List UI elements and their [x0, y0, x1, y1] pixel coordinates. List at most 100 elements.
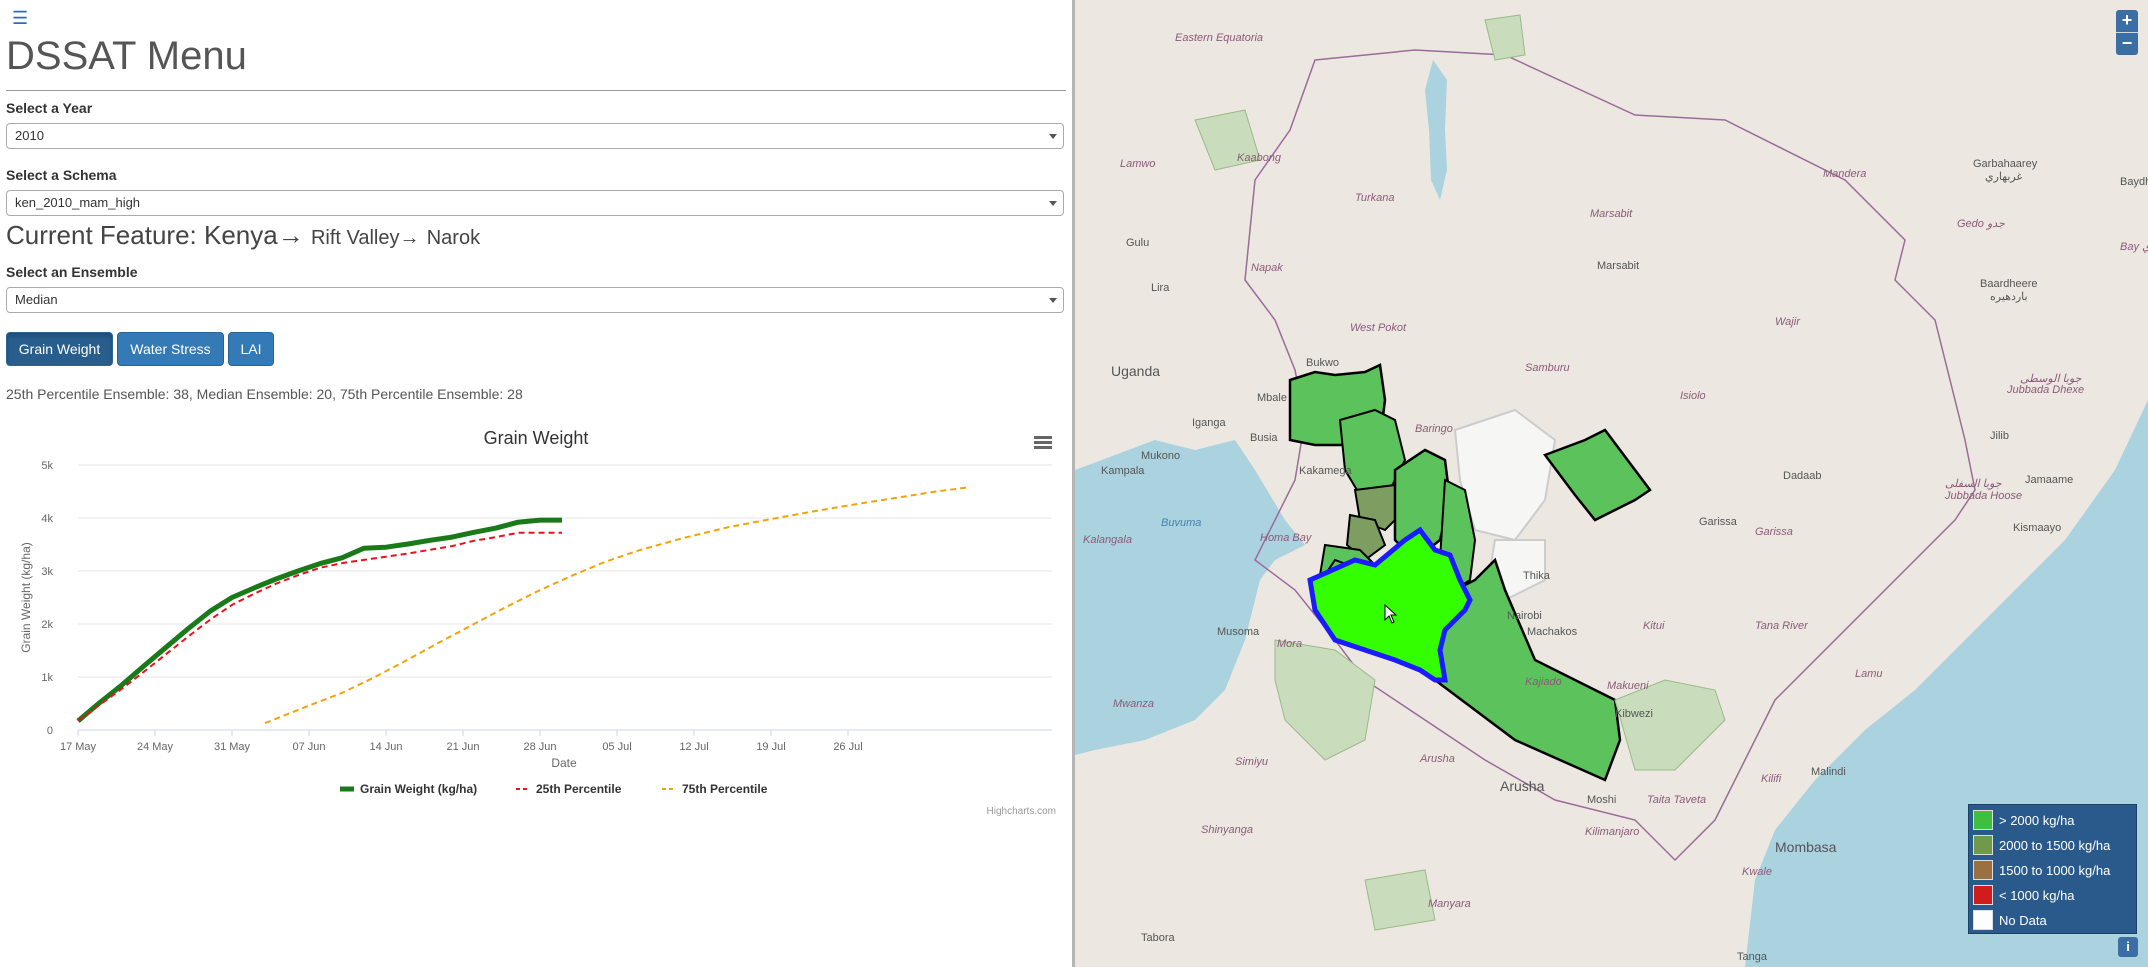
feature-district: Narok — [426, 227, 481, 249]
x-tick-label: 17 May — [60, 741, 97, 753]
map-view[interactable]: Eastern Equatoria Lamwo Kaabong Turkana … — [1075, 0, 2148, 967]
series-line-0 — [76, 517, 562, 723]
chart-context-menu-icon[interactable] — [1033, 434, 1053, 450]
feature-arrow: → — [277, 220, 304, 250]
map-label: Kampala — [1101, 465, 1145, 477]
map-label: Simiyu — [1235, 756, 1269, 768]
map-label: Busia — [1250, 432, 1278, 444]
map-label: Garissa — [1699, 516, 1737, 528]
map-label: Kilimanjaro — [1585, 826, 1640, 838]
protected-area-1 — [1274, 639, 1376, 761]
x-tick-label: 19 Jul — [756, 741, 785, 753]
y-tick-label: 2k — [41, 619, 53, 631]
map-label: Kaabong — [1237, 152, 1282, 164]
map-label: Jilib — [1990, 430, 2009, 442]
x-tick-label: 14 Jun — [369, 741, 402, 753]
lake-victoria — [1075, 440, 1305, 755]
map-label: Tabora — [1141, 932, 1175, 944]
protected-area-2 — [1614, 679, 1726, 771]
ensemble-select[interactable]: Median — [6, 287, 1064, 313]
legend-item: 1500 to 1000 kg/ha — [1973, 859, 2110, 881]
x-axis-label: Date — [551, 756, 577, 770]
map-label: Dadaab — [1783, 470, 1822, 482]
map-label: Jamaame — [2025, 474, 2074, 486]
legend-swatch — [1973, 860, 1993, 880]
year-select[interactable]: 2010 — [6, 123, 1064, 149]
schema-select-value: ken_2010_mam_high — [15, 195, 141, 210]
x-tick-label: 21 Jun — [446, 741, 479, 753]
chevron-down-icon — [1049, 134, 1057, 139]
y-tick-label: 1k — [41, 672, 53, 684]
x-tick-label: 05 Jul — [602, 741, 631, 753]
map-label: Manyara — [1428, 898, 1471, 910]
map-label: Kilifi — [1761, 773, 1782, 785]
map-label: Bukwo — [1306, 357, 1340, 369]
y-tick-label: 5k — [41, 460, 53, 472]
grain-weight-button[interactable]: Grain Weight — [6, 332, 113, 366]
protected-area-5 — [1364, 869, 1436, 931]
zoom-control: + − — [2116, 10, 2138, 55]
map-label: Kalangala — [1083, 534, 1132, 546]
map-label: Marsabit — [1597, 260, 1640, 272]
map-label: Samburu — [1525, 362, 1570, 374]
map-legend: > 2000 kg/ha 2000 to 1500 kg/ha 1500 to … — [1968, 804, 2137, 934]
county-meru — [1542, 428, 1652, 522]
map-label: Lamu — [1855, 668, 1883, 680]
feature-arrow: → — [399, 227, 420, 249]
legend-label: 1500 to 1000 kg/ha — [1999, 862, 2111, 878]
map-label: Arusha — [1420, 753, 1455, 765]
map-label: Homa Bay — [1260, 532, 1312, 544]
map-label: Taita Taveta — [1647, 794, 1707, 806]
zoom-out-button[interactable]: − — [2116, 33, 2138, 55]
map-label: Kitui — [1643, 620, 1665, 632]
schema-label: Select a Schema — [6, 167, 117, 183]
water-stress-button[interactable]: Water Stress — [117, 332, 224, 366]
chart-title: Grain Weight — [484, 428, 589, 448]
y-tick-label: 0 — [47, 725, 53, 737]
map-label: Arusha — [1500, 778, 1545, 794]
chart-credits[interactable]: Highcharts.com — [987, 806, 1056, 817]
map-label: Mora — [1277, 638, 1303, 650]
map-label: West Pokot — [1350, 322, 1407, 334]
map-label: Lamwo — [1120, 158, 1156, 170]
map-label: Jubbada Hoose — [1945, 490, 2023, 502]
protected-area-3 — [1484, 14, 1526, 61]
map-label: Machakos — [1527, 626, 1578, 638]
map-label: Eastern Equatoria — [1175, 32, 1264, 44]
legend-label: > 2000 kg/ha — [1999, 812, 2075, 828]
map-label: Baydhab — [2120, 176, 2148, 188]
chevron-down-icon — [1049, 298, 1057, 303]
map-label: Gulu — [1126, 237, 1150, 249]
map-label: Iganga — [1192, 417, 1226, 429]
schema-select[interactable]: ken_2010_mam_high — [6, 190, 1064, 216]
lake-turkana — [1425, 60, 1447, 200]
map-label: Gedo جدو — [1957, 218, 2005, 230]
zoom-in-button[interactable]: + — [2116, 10, 2138, 32]
map-label: Mwanza — [1113, 698, 1154, 710]
map-label: Bay باي — [2120, 241, 2148, 253]
map-label: Jubbada Dhexe — [2007, 384, 2085, 396]
map-label: جوبا السفلى — [1945, 478, 2002, 490]
ensemble-summary: 25th Percentile Ensemble: 38, Median Ens… — [6, 386, 523, 402]
map-label: Tanga — [1737, 951, 1767, 963]
hamburger-menu-icon[interactable]: ☰ — [12, 8, 28, 29]
map-label: Uganda — [1111, 363, 1161, 379]
map-label: Kajiado — [1525, 676, 1562, 688]
year-label: Select a Year — [6, 100, 93, 116]
legend-item-label: Grain Weight (kg/ha) — [360, 782, 477, 796]
x-tick-label: 26 Jul — [833, 741, 862, 753]
map-label: Kwale — [1742, 866, 1772, 878]
legend-swatch — [1973, 835, 1993, 855]
lai-button[interactable]: LAI — [228, 332, 274, 366]
x-tick-label: 07 Jun — [292, 741, 325, 753]
current-feature: Current Feature: Kenya→ Rift Valley→ Nar… — [6, 220, 480, 251]
series-line-1 — [77, 531, 562, 722]
legend-item: > 2000 kg/ha — [1973, 809, 2075, 831]
map-label: Wajir — [1775, 316, 1800, 328]
map-label: Turkana — [1355, 192, 1395, 204]
y-axis-label: Grain Weight (kg/ha) — [19, 542, 33, 653]
feature-region: Rift Valley — [310, 227, 400, 249]
y-tick-label: 4k — [41, 513, 53, 525]
info-button[interactable]: i — [2118, 937, 2138, 957]
legend-label: 2000 to 1500 kg/ha — [1999, 837, 2111, 853]
